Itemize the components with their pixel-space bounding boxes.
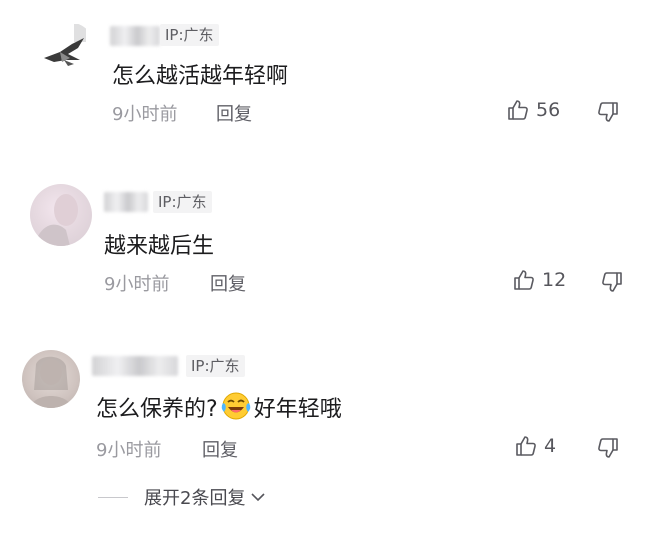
laughing-crying-emoji-icon <box>221 392 250 420</box>
username-blurred[interactable] <box>104 192 148 212</box>
thumbs-up-icon <box>508 100 528 120</box>
comment-item: IP:广东 怎么保养的? 好年轻哦 9小时前 回复 4 <box>0 340 660 543</box>
reply-button[interactable]: 回复 <box>210 270 246 296</box>
thumbs-down-icon <box>598 102 618 122</box>
comment-time: 9小时前 <box>96 440 162 461</box>
reply-button[interactable]: 回复 <box>202 436 238 462</box>
ip-location-tag: IP:广东 <box>160 24 219 46</box>
dislike-button[interactable] <box>600 270 624 294</box>
like-button[interactable]: 4 <box>514 434 556 458</box>
username-blurred[interactable] <box>110 26 160 46</box>
expand-replies-label: 展开2条回复 <box>144 488 246 509</box>
comment-text-part: 怎么保养的? <box>96 397 218 422</box>
ip-location-tag: IP:广东 <box>153 191 212 213</box>
avatar[interactable] <box>40 22 96 78</box>
avatar[interactable] <box>30 184 92 246</box>
comment-item: IP:广东 越来越后生 9小时前 回复 12 <box>0 160 660 340</box>
like-count: 4 <box>544 435 557 457</box>
dislike-button[interactable] <box>596 100 620 124</box>
comment-item: IP:广东 怎么越活越年轻啊 9小时前 回复 56 <box>0 0 660 160</box>
expand-replies-button[interactable]: 展开2条回复 <box>98 484 267 510</box>
chevron-down-icon <box>251 493 266 502</box>
thumbs-up-icon <box>514 270 534 290</box>
username-blurred[interactable] <box>92 356 178 376</box>
like-button[interactable]: 12 <box>512 268 566 292</box>
comment-text: 怎么保养的? 好年轻哦 <box>96 390 342 423</box>
thumbs-up-icon <box>516 436 536 456</box>
like-count: 12 <box>542 269 567 291</box>
comment-text: 怎么越活越年轻啊 <box>112 64 289 89</box>
avatar[interactable] <box>22 350 80 408</box>
like-button[interactable]: 56 <box>506 98 560 122</box>
reply-button[interactable]: 回复 <box>216 100 252 126</box>
comment-time: 9小时前 <box>104 274 170 295</box>
thumbs-down-icon <box>602 272 622 292</box>
thumbs-down-icon <box>598 438 618 458</box>
like-count: 56 <box>536 99 561 121</box>
comment-text-part: 好年轻哦 <box>253 397 342 422</box>
dislike-button[interactable] <box>596 436 620 460</box>
comment-time: 9小时前 <box>112 104 178 125</box>
comment-text: 越来越后生 <box>104 234 215 259</box>
ip-location-tag: IP:广东 <box>186 355 245 377</box>
divider-line <box>98 496 128 498</box>
